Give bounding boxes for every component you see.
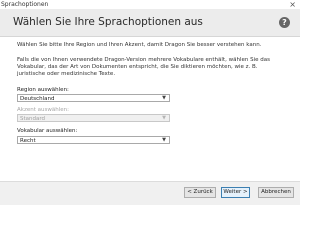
cancel-button[interactable]: Abbrechen (258, 187, 294, 198)
vocabulary-select[interactable]: Recht ▼ (17, 136, 170, 144)
next-button[interactable]: Weiter > (221, 187, 250, 198)
accent-select: Standard ▼ (17, 114, 170, 122)
window-title: Sprachoptionen (1, 1, 49, 8)
page-title: Wählen Sie Ihre Sprachoptionen aus (13, 16, 203, 28)
chevron-down-icon: ▼ (162, 137, 166, 143)
intro-text: Wählen Sie bitte Ihre Region und Ihren A… (17, 42, 262, 48)
vocabulary-value: Recht (20, 138, 36, 144)
back-button[interactable]: < Zurück (184, 187, 216, 198)
dialog-header: Wählen Sie Ihre Sprachoptionen aus ? (0, 9, 300, 37)
button-bar: < Zurück Weiter > Abbrechen (0, 181, 300, 205)
region-select[interactable]: Deutschland ▼ (17, 94, 170, 102)
help-icon[interactable]: ? (279, 17, 290, 28)
chevron-down-icon: ▼ (162, 95, 166, 101)
region-value: Deutschland (20, 96, 55, 102)
accent-value: Standard (20, 116, 46, 122)
title-bar: Sprachoptionen × (0, 0, 300, 9)
accent-label: Akzent auswählen: (17, 107, 69, 113)
chevron-down-icon: ▼ (162, 115, 166, 121)
close-icon[interactable]: × (289, 0, 296, 9)
region-label: Region auswählen: (17, 87, 69, 93)
vocabulary-label: Vokabular auswählen: (17, 128, 78, 134)
description-text: Falls die von Ihnen verwendete Dragon-Ve… (17, 57, 270, 78)
